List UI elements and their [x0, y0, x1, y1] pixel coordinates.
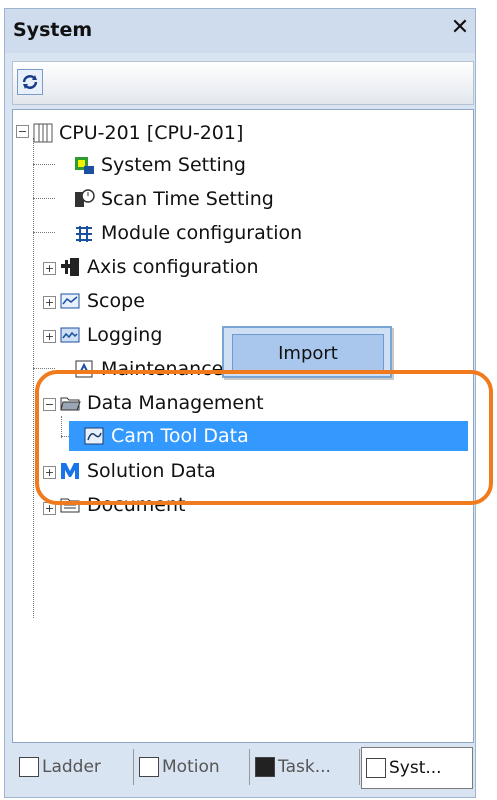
collapse-root[interactable]: − [16, 125, 29, 138]
panel-titlebar: System ✕ [5, 9, 475, 53]
tree-item-cpu[interactable]: CPU-201 [CPU-201] [33, 118, 243, 148]
tab-label: Ladder [42, 757, 101, 777]
tree-item-module-configuration[interactable]: Module configuration [73, 218, 302, 248]
panel-toolbar [12, 61, 474, 105]
logging-icon [59, 324, 81, 346]
annotation-highlight [35, 370, 493, 505]
import-menu-item[interactable]: Import [232, 334, 384, 372]
tab-label: Task... [278, 757, 331, 777]
refresh-button[interactable] [17, 69, 43, 95]
motion-icon [139, 757, 159, 777]
tree-item-label: CPU-201 [CPU-201] [59, 122, 244, 144]
tab-label: Motion [162, 757, 220, 777]
close-icon[interactable]: ✕ [449, 15, 471, 41]
expand-axis-configuration[interactable]: + [43, 262, 56, 275]
refresh-icon [22, 75, 38, 89]
module-configuration-icon [73, 222, 95, 244]
tree-item-label: Scan Time Setting [101, 188, 274, 210]
tab-label: Syst... [389, 758, 442, 778]
tree-item-label: Module configuration [101, 222, 303, 244]
tree-item-label: Scope [87, 290, 145, 312]
tree-item-label: Logging [87, 324, 163, 346]
tree-item-scan-time-setting[interactable]: Scan Time Setting [73, 184, 274, 214]
task-icon [255, 757, 275, 777]
tree-item-label: System Setting [101, 154, 246, 176]
scope-icon [59, 290, 81, 312]
ladder-icon [19, 757, 39, 777]
scan-time-icon [73, 188, 95, 210]
tree-item-system-setting[interactable]: System Setting [73, 150, 246, 180]
tree-item-logging[interactable]: Logging [59, 320, 162, 350]
tab-ladder[interactable]: Ladder [15, 749, 134, 785]
system-icon [366, 758, 386, 778]
tab-task[interactable]: Task... [251, 749, 360, 785]
tree-item-scope[interactable]: Scope [59, 286, 145, 316]
tree-item-axis-configuration[interactable]: Axis configuration [59, 252, 259, 282]
panel-title: System [13, 19, 93, 41]
expand-logging[interactable]: + [43, 330, 56, 343]
tab-motion[interactable]: Motion [135, 749, 250, 785]
axis-configuration-icon [59, 256, 81, 278]
tree-item-label: Axis configuration [87, 256, 259, 278]
panel-tabs: Ladder Motion Task... Syst... [11, 747, 481, 791]
tab-system[interactable]: Syst... [361, 747, 473, 789]
expand-scope[interactable]: + [43, 296, 56, 309]
cpu-icon [33, 122, 53, 144]
system-setting-icon [73, 154, 95, 176]
